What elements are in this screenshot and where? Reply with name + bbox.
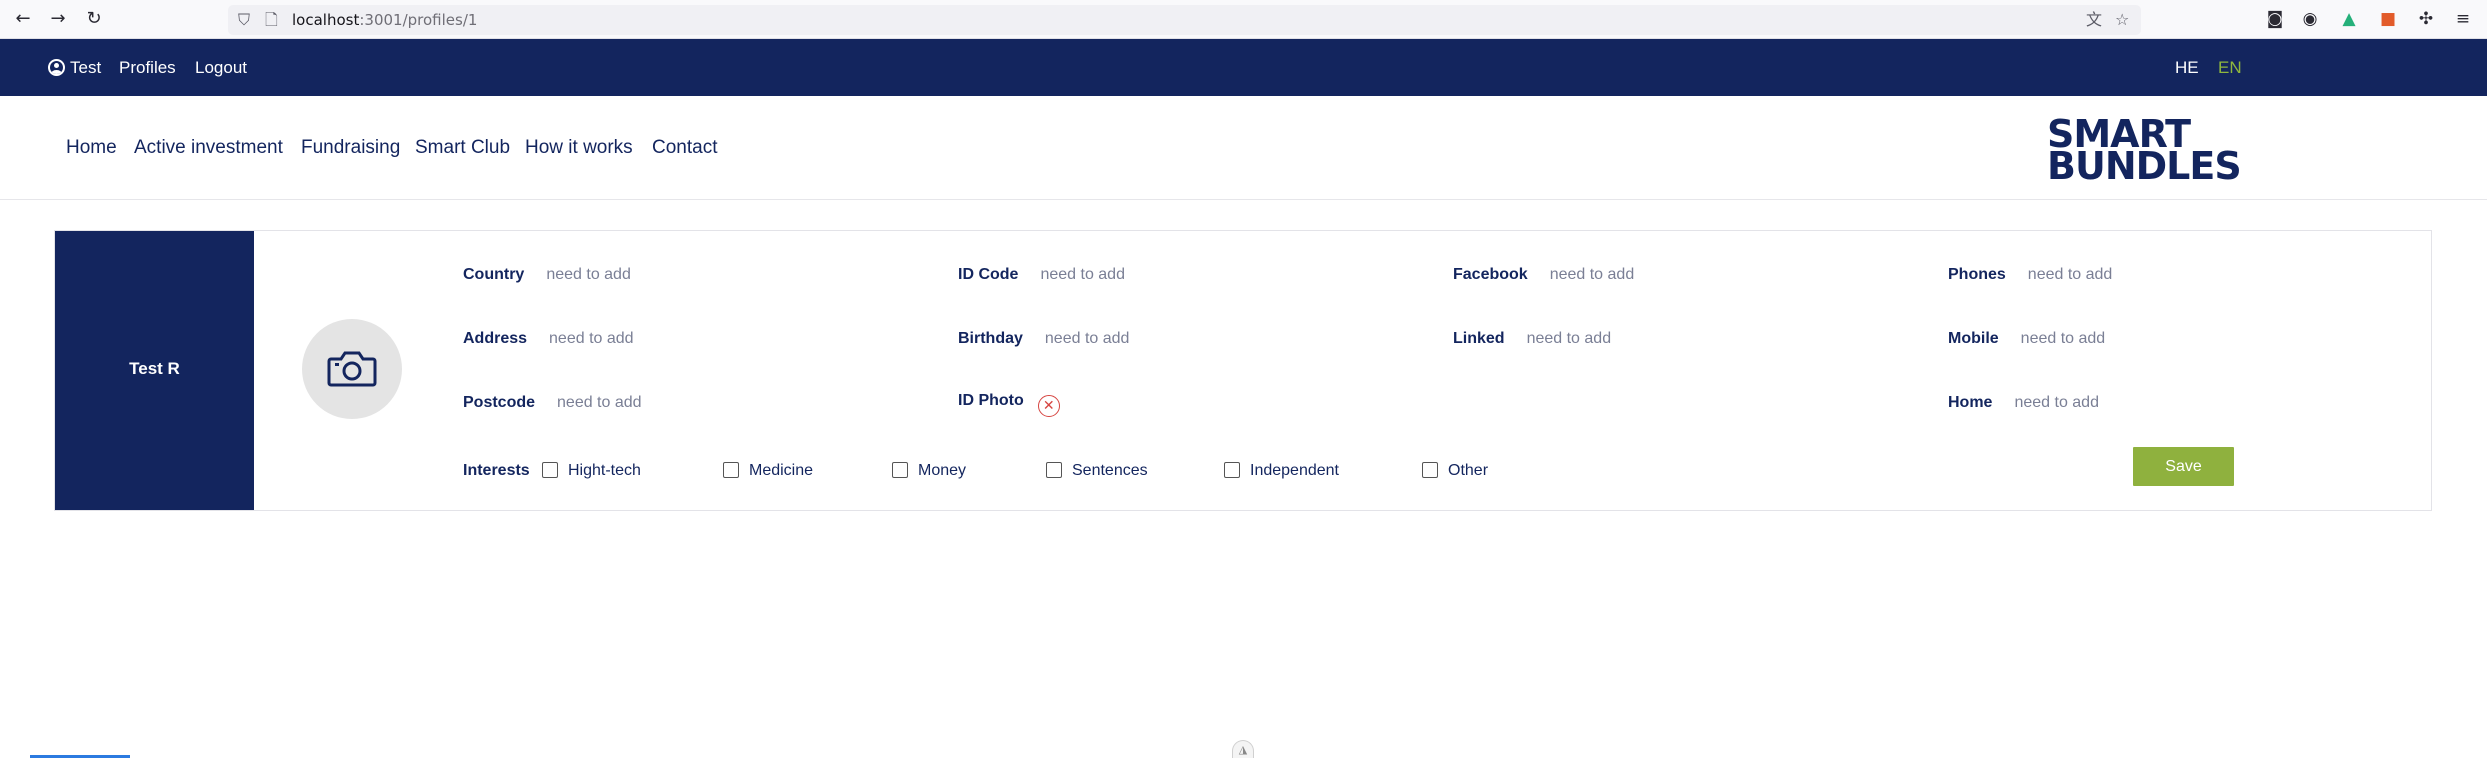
profile-name: Test R xyxy=(129,359,180,378)
url-host: localhost xyxy=(292,11,360,29)
field-facebook: Facebook need to add xyxy=(1453,264,1634,286)
field-id-photo: ID Photo ✕ xyxy=(958,390,1060,417)
field-mobile: Mobile need to add xyxy=(1948,328,2105,350)
interest-label: Other xyxy=(1448,462,1489,479)
interest-checkbox-hight-tech[interactable]: Hight-tech xyxy=(542,460,641,482)
pocket-icon[interactable]: ◙ xyxy=(2264,8,2286,30)
field-address: Address need to add xyxy=(463,328,634,350)
checkbox[interactable] xyxy=(542,462,558,478)
logo-line-2: BUNDLES xyxy=(2047,144,2242,188)
facebook-value[interactable]: need to add xyxy=(1550,266,1635,283)
interest-checkbox-independent[interactable]: Independent xyxy=(1224,460,1339,482)
profile-card: Test R Country need to add Address need to… xyxy=(54,230,2432,511)
interest-label: Money xyxy=(918,462,967,479)
birthday-value[interactable]: need to add xyxy=(1045,330,1130,347)
checkbox[interactable] xyxy=(1224,462,1240,478)
lang-en-link[interactable]: EN xyxy=(2218,57,2242,79)
save-button[interactable]: Save xyxy=(2133,447,2234,486)
field-linked: Linked need to add xyxy=(1453,328,1611,350)
reload-icon[interactable]: ↻ xyxy=(83,8,105,30)
country-label: Country xyxy=(463,266,525,283)
extension-icon[interactable]: ■ xyxy=(2377,8,2399,30)
menu-icon[interactable]: ≡ xyxy=(2452,8,2474,30)
home-label: Home xyxy=(1948,394,1993,411)
bookmark-star-icon[interactable]: ☆ xyxy=(2115,8,2129,32)
interest-checkbox-other[interactable]: Other xyxy=(1422,460,1488,482)
interests-label-wrap: Interests xyxy=(463,460,530,482)
interests-label: Interests xyxy=(463,462,530,479)
profile-sidebar: Test R xyxy=(55,231,254,510)
field-country: Country need to add xyxy=(463,264,631,286)
translate-icon[interactable]: 文 xyxy=(2086,8,2102,32)
nav-home[interactable]: Home xyxy=(66,136,117,160)
field-postcode: Postcode need to add xyxy=(463,392,642,414)
logo[interactable]: SMART BUNDLES xyxy=(2047,115,2242,188)
page-icon: 🗋 xyxy=(265,10,278,29)
nav-smart-club[interactable]: Smart Club xyxy=(415,136,510,160)
checkbox[interactable] xyxy=(723,462,739,478)
facebook-label: Facebook xyxy=(1453,266,1528,283)
field-home: Home need to add xyxy=(1948,392,2099,414)
linked-label: Linked xyxy=(1453,330,1505,347)
missing-x-icon[interactable]: ✕ xyxy=(1037,395,1060,417)
logout-link[interactable]: Logout xyxy=(195,57,247,79)
extension-vue-icon[interactable]: ▲ xyxy=(2338,8,2360,30)
nav-how-it-works[interactable]: How it works xyxy=(525,136,633,160)
extensions-puzzle-icon[interactable]: ✣ xyxy=(2415,8,2437,30)
mobile-value[interactable]: need to add xyxy=(2021,330,2106,347)
country-value[interactable]: need to add xyxy=(546,266,631,283)
nav-active-investment[interactable]: Active investment xyxy=(134,136,283,160)
user-circle-icon xyxy=(48,59,65,76)
id-code-value[interactable]: need to add xyxy=(1040,266,1125,283)
mobile-label: Mobile xyxy=(1948,330,1999,347)
url-path: :3001/profiles/1 xyxy=(359,11,478,29)
linked-value[interactable]: need to add xyxy=(1527,330,1612,347)
camera-icon xyxy=(327,351,377,387)
interest-label: Sentences xyxy=(1072,462,1148,479)
checkbox[interactable] xyxy=(1422,462,1438,478)
shield-icon[interactable]: ⛉ xyxy=(238,8,250,32)
home-value[interactable]: need to add xyxy=(2014,394,2099,411)
address-value[interactable]: need to add xyxy=(549,330,634,347)
id-photo-label: ID Photo xyxy=(958,392,1024,409)
interest-checkbox-money[interactable]: Money xyxy=(892,460,966,482)
interest-label: Hight-tech xyxy=(568,462,641,479)
interest-label: Medicine xyxy=(749,462,814,479)
user-menu[interactable]: Test xyxy=(48,57,101,79)
postcode-label: Postcode xyxy=(463,394,536,411)
phones-value[interactable]: need to add xyxy=(2028,266,2113,283)
field-phones: Phones need to add xyxy=(1948,264,2112,286)
field-birthday: Birthday need to add xyxy=(958,328,1129,350)
url-text[interactable]: localhost:3001/profiles/1 xyxy=(292,9,477,31)
postcode-value[interactable]: need to add xyxy=(557,394,642,411)
forward-icon[interactable]: → xyxy=(47,8,69,30)
account-icon[interactable]: ◉ xyxy=(2299,8,2321,30)
interest-checkbox-sentences[interactable]: Sentences xyxy=(1046,460,1148,482)
phones-label: Phones xyxy=(1948,266,2006,283)
nav-fundraising[interactable]: Fundraising xyxy=(301,136,400,160)
browser-toolbar: ← → ↻ ⛉ 🗋 localhost:3001/profiles/1 文 ☆ … xyxy=(0,0,2487,39)
checkbox[interactable] xyxy=(1046,462,1062,478)
top-bar: Test Profiles Logout HE EN xyxy=(0,39,2487,96)
checkbox[interactable] xyxy=(892,462,908,478)
interest-label: Independent xyxy=(1250,462,1339,479)
back-icon[interactable]: ← xyxy=(12,8,34,30)
user-name: Test xyxy=(70,58,102,77)
interest-checkbox-medicine[interactable]: Medicine xyxy=(723,460,813,482)
nav-contact[interactable]: Contact xyxy=(652,136,717,160)
address-bar[interactable]: ⛉ 🗋 localhost:3001/profiles/1 文 ☆ xyxy=(228,5,2141,35)
profiles-link[interactable]: Profiles xyxy=(119,57,176,79)
field-id-code: ID Code need to add xyxy=(958,264,1125,286)
address-label: Address xyxy=(463,330,528,347)
devtools-handle-icon[interactable]: ◮ xyxy=(1232,740,1254,758)
lang-he-link[interactable]: HE xyxy=(2175,57,2199,79)
id-code-label: ID Code xyxy=(958,266,1019,283)
main-nav: Home Active investment Fundraising Smart… xyxy=(0,96,2487,200)
avatar-upload[interactable] xyxy=(302,319,402,419)
birthday-label: Birthday xyxy=(958,330,1023,347)
